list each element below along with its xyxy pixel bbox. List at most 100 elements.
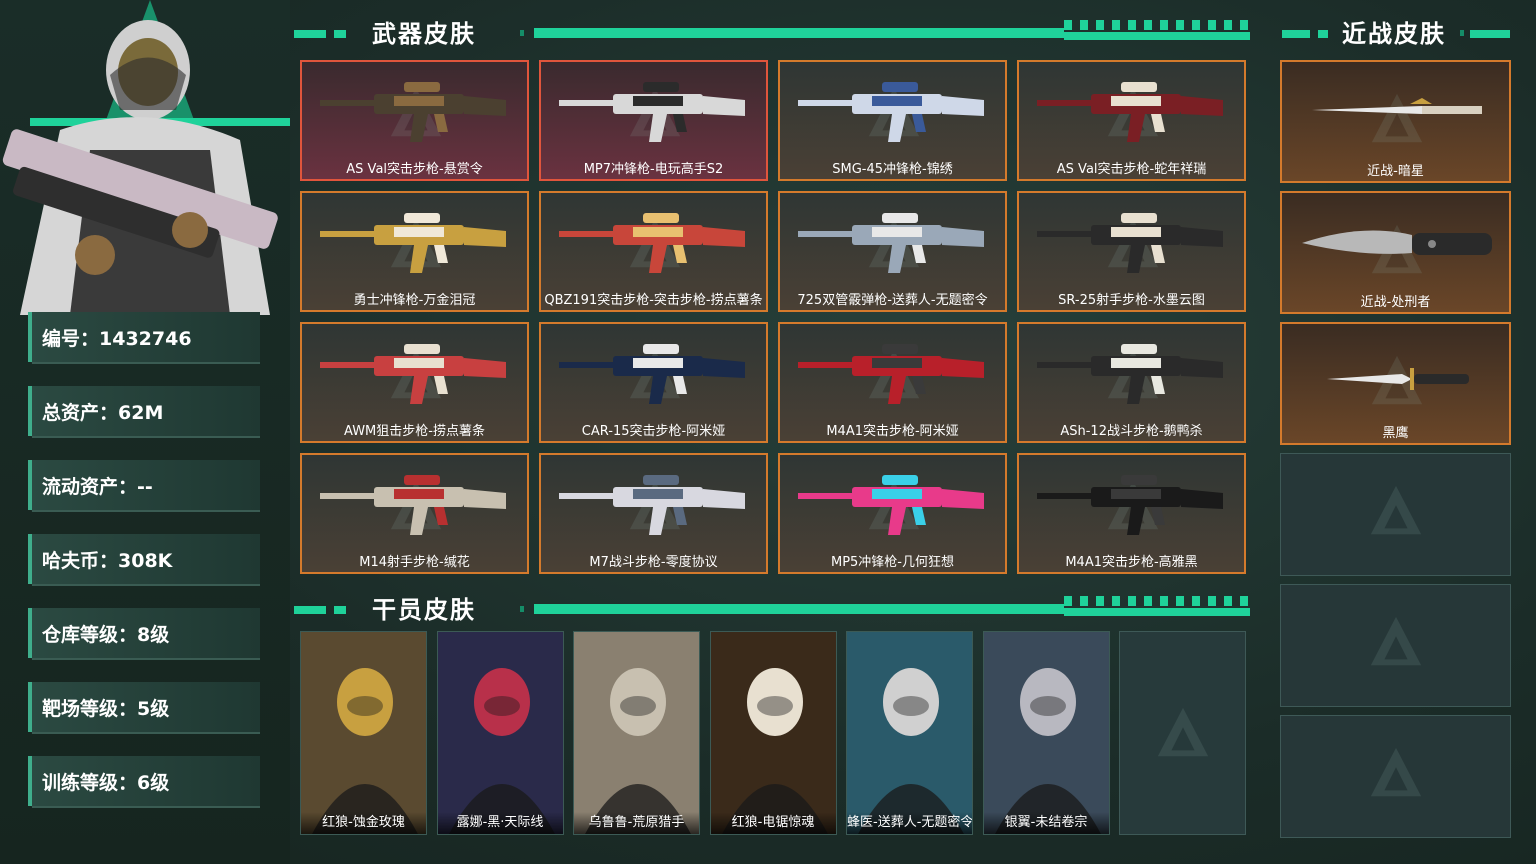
weapon-skin-card[interactable]: M4A1突击步枪-阿米娅 — [778, 322, 1007, 443]
weapon-skin-name: SMG-45冲锋枪-锦绣 — [832, 162, 953, 177]
header-bar-long — [534, 28, 1064, 38]
weapon-image — [320, 213, 506, 273]
header-bar-right — [1064, 32, 1250, 40]
weapon-image — [798, 82, 984, 142]
operator-skin-card[interactable]: 露娜-黑·天际线 — [436, 631, 564, 835]
stat-text: 仓库等级：8级 — [42, 620, 169, 647]
weapon-skin-name: AS Val突击步枪-蛇年祥瑞 — [1056, 162, 1207, 177]
operator-portrait — [437, 632, 563, 834]
player-panel: 编号：1432746 总资产：62M 流动资产：-- 哈夫币：308K 仓库等级 — [0, 0, 290, 864]
stat-accent — [28, 312, 32, 362]
operator-skin-card[interactable]: 红狼-蚀金玫瑰 — [300, 631, 427, 835]
weapon-skin-card[interactable]: 725双管霰弹枪-送葬人-无题密令 — [778, 191, 1007, 312]
weapon-image — [798, 475, 984, 535]
stat-accent — [28, 460, 32, 510]
melee-skin-card[interactable]: 黑鹰 — [1280, 322, 1511, 445]
operator-skin-card[interactable]: 银翼-未结卷宗 — [982, 631, 1110, 835]
weapon-skin-name: QBZ191突击步枪-突击步枪-捞点薯条 — [544, 293, 763, 308]
melee-skin-slot-empty[interactable] — [1280, 715, 1511, 838]
weapon-skin-card[interactable]: AWM狙击步枪-捞点薯条 — [300, 322, 529, 443]
stat-player-id: 编号：1432746 — [28, 312, 263, 364]
stat-accent — [28, 682, 32, 732]
operators-section-header: 干员皮肤 — [294, 590, 1250, 624]
weapon-skin-name: M4A1突击步枪-阿米娅 — [826, 424, 959, 439]
header-bar-right — [1470, 30, 1510, 38]
weapon-skin-card[interactable]: QBZ191突击步枪-突击步枪-捞点薯条 — [539, 191, 768, 312]
player-stats: 编号：1432746 总资产：62M 流动资产：-- 哈夫币：308K 仓库等级 — [28, 312, 263, 830]
header-bar-right — [1064, 608, 1250, 616]
header-bar-tick — [520, 30, 524, 36]
header-bar-long — [534, 604, 1064, 614]
weapon-skin-name: M14射手步枪-缄花 — [359, 555, 470, 570]
stat-value: 62M — [118, 402, 164, 424]
melee-skin-name: 黑鹰 — [1382, 426, 1409, 441]
stat-value: 8级 — [137, 624, 170, 646]
header-bar-left — [294, 30, 326, 38]
stat-total-assets: 总资产：62M — [28, 386, 263, 438]
weapons-section-header: 武器皮肤 — [294, 14, 1250, 48]
weapon-skin-card[interactable]: 勇士冲锋枪-万金泪冠 — [300, 191, 529, 312]
stat-text: 编号：1432746 — [42, 324, 192, 351]
header-bar-left — [1282, 30, 1310, 38]
weapon-skin-card[interactable]: SR-25射手步枪-水墨云图 — [1017, 191, 1246, 312]
weapon-image — [798, 344, 984, 404]
weapon-skin-name: M7战斗步枪-零度协议 — [589, 555, 718, 570]
stat-value: 1432746 — [99, 328, 192, 350]
weapon-skin-card[interactable]: SMG-45冲锋枪-锦绣 — [778, 60, 1007, 181]
weapon-skin-card[interactable]: MP5冲锋枪-几何狂想 — [778, 453, 1007, 574]
melee-skin-slot-empty[interactable] — [1280, 584, 1511, 707]
weapon-skin-card[interactable]: AS Val突击步枪-蛇年祥瑞 — [1017, 60, 1246, 181]
operator-portrait — [710, 632, 836, 834]
stat-label: 仓库等级： — [42, 624, 138, 646]
melee-skin-name: 近战-处刑者 — [1360, 295, 1431, 310]
stat-value: 5级 — [137, 698, 170, 720]
weapon-image — [1037, 82, 1223, 142]
stat-text: 训练等级：6级 — [42, 768, 169, 795]
weapon-skin-card[interactable]: M14射手步枪-缄花 — [300, 453, 529, 574]
stat-text: 流动资产：-- — [42, 472, 153, 499]
melee-skin-card[interactable]: 近战-暗星 — [1280, 60, 1511, 183]
operator-skin-card[interactable]: 乌鲁鲁-荒原猎手 — [573, 631, 700, 835]
weapon-skin-name: MP5冲锋枪-几何狂想 — [830, 555, 955, 570]
player-avatar — [2, 20, 278, 315]
stat-label: 编号： — [42, 328, 100, 350]
stat-label: 总资产： — [42, 402, 119, 424]
header-bar-left — [294, 606, 326, 614]
weapon-skin-card[interactable]: M7战斗步枪-零度协议 — [539, 453, 768, 574]
melee-section-header: 近战皮肤 — [1282, 14, 1512, 48]
watermark-logo-icon — [1157, 707, 1209, 757]
stat-text: 哈夫币：308K — [42, 546, 172, 573]
melee-skin-slot-empty[interactable] — [1280, 453, 1511, 576]
operator-skin-name: 蜂医-送葬人-无题密令 — [847, 812, 972, 834]
weapon-skin-card[interactable]: AS Val突击步枪-悬赏令 — [300, 60, 529, 181]
stat-text: 靶场等级：5级 — [42, 694, 169, 721]
operator-portrait — [301, 632, 426, 834]
weapon-skin-card[interactable]: MP7冲锋枪-电玩高手S2 — [539, 60, 768, 181]
stat-havoc-coins: 哈夫币：308K — [28, 534, 263, 586]
weapon-skin-name: 勇士冲锋枪-万金泪冠 — [353, 293, 476, 308]
weapon-skin-name: 725双管霰弹枪-送葬人-无题密令 — [797, 293, 988, 308]
watermark-logo-icon — [1370, 616, 1422, 666]
watermark-logo-icon — [1370, 747, 1422, 797]
page-root: 编号：1432746 总资产：62M 流动资产：-- 哈夫币：308K 仓库等级 — [0, 0, 1536, 864]
operator-skin-name: 红狼-蚀金玫瑰 — [301, 812, 426, 834]
operator-skin-slot-empty[interactable] — [1119, 631, 1246, 835]
stat-value: -- — [137, 476, 153, 498]
operator-skin-card[interactable]: 红狼-电锯惊魂 — [709, 631, 837, 835]
operator-skin-name: 乌鲁鲁-荒原猎手 — [574, 812, 699, 834]
melee-section-title: 近战皮肤 — [1342, 20, 1446, 48]
weapon-image — [1037, 344, 1223, 404]
weapon-image — [559, 82, 745, 142]
weapon-skin-name: CAR-15突击步枪-阿米娅 — [581, 424, 726, 439]
weapon-skin-card[interactable]: M4A1突击步枪-高雅黑 — [1017, 453, 1246, 574]
operator-skin-name: 银翼-未结卷宗 — [983, 812, 1109, 834]
melee-skin-card[interactable]: 近战-处刑者 — [1280, 191, 1511, 314]
stat-training-level: 训练等级：6级 — [28, 756, 263, 808]
stat-label: 训练等级： — [42, 772, 138, 794]
weapon-skin-card[interactable]: CAR-15突击步枪-阿米娅 — [539, 322, 768, 443]
operator-skin-card[interactable]: 蜂医-送葬人-无题密令 — [846, 631, 973, 835]
weapon-skin-card[interactable]: ASh-12战斗步枪-鹅鸭杀 — [1017, 322, 1246, 443]
stat-value: 308K — [118, 550, 173, 572]
weapon-skin-name: MP7冲锋枪-电玩高手S2 — [583, 162, 724, 177]
stat-text: 总资产：62M — [42, 398, 163, 425]
